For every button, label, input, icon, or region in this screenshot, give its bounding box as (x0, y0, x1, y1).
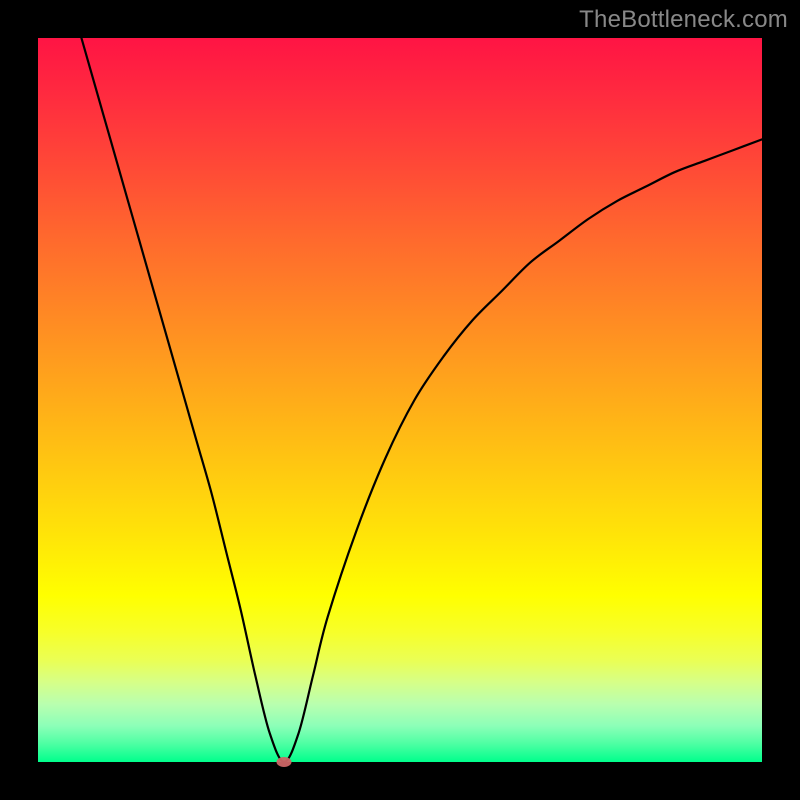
watermark-text: TheBottleneck.com (579, 6, 788, 34)
curve-path (81, 38, 762, 762)
chart-frame: TheBottleneck.com (0, 0, 800, 800)
minimum-marker (277, 757, 292, 767)
plot-area (38, 38, 762, 762)
bottleneck-curve (38, 38, 762, 762)
